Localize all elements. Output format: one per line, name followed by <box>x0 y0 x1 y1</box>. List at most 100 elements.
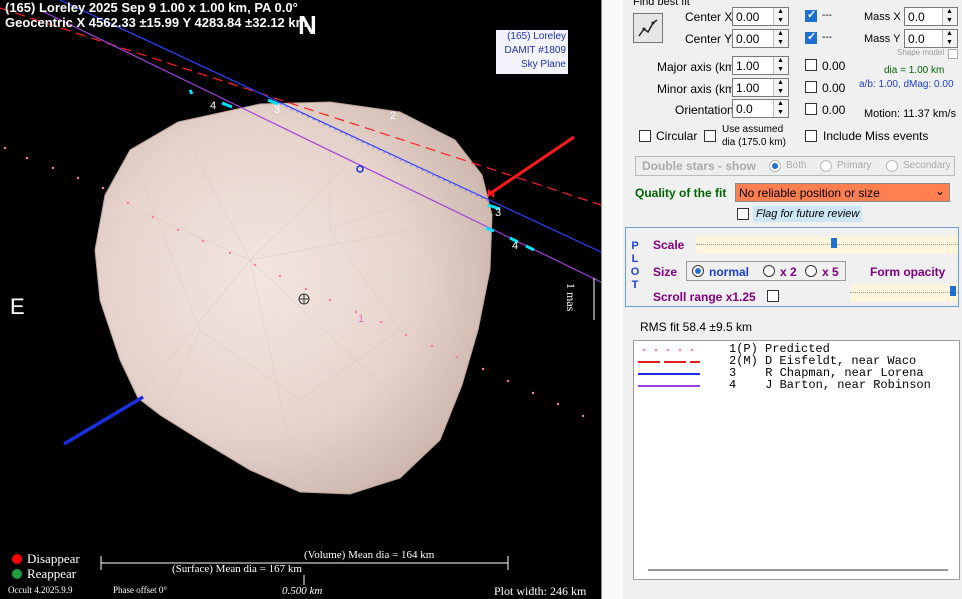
plot-options-group: P L O T Scale Size normal x 2 x 5 Form o… <box>625 227 959 307</box>
size-label: Size <box>653 265 678 279</box>
plot-letter: L <box>631 253 639 265</box>
chord-label: 4 <box>210 100 217 112</box>
scroll-range-checkbox[interactable] <box>767 290 779 302</box>
mass-y-input[interactable]: 0.0 ▲ ▼ <box>904 29 958 48</box>
quality-label: Quality of the fit <box>635 186 727 200</box>
reappear-dot <box>12 569 22 579</box>
legend-reappear: Reappear <box>27 566 77 581</box>
orientation-fit: 0.00 <box>822 103 846 117</box>
plot-width: Plot width: 246 km <box>494 584 587 598</box>
fit-graph-icon <box>638 19 658 37</box>
size-normal-radio[interactable] <box>692 265 704 277</box>
minor-axis-label: Minor axis (km) <box>657 82 740 96</box>
opacity-slider-track <box>850 292 958 293</box>
shape-model-checkbox[interactable] <box>948 49 958 59</box>
circular-checkbox[interactable] <box>639 130 651 142</box>
chevron-down-icon: ⌄ <box>934 184 945 198</box>
spin-axis-blue <box>63 395 144 446</box>
quality-value: No reliable position or size <box>739 186 880 200</box>
mas-label: 1 mas <box>564 283 578 312</box>
flag-review-checkbox[interactable] <box>737 208 749 220</box>
orientation-input[interactable]: 0.0 ▲ ▼ <box>732 99 789 118</box>
major-axis-fit-checkbox[interactable] <box>805 59 817 71</box>
size-x5-radio[interactable] <box>805 265 817 277</box>
center-x-input[interactable]: 0.00 ▲ ▼ <box>732 7 789 26</box>
chord-label: 3 <box>495 207 502 219</box>
find-best-fit-label: Find best fit <box>633 0 690 8</box>
mass-y-label: Mass Y <box>864 33 901 45</box>
scale-slider[interactable] <box>696 236 958 254</box>
scale-label: Scale <box>653 238 685 252</box>
assumed-dia-label: Use assumed <box>722 124 784 135</box>
chord-label: 2 <box>390 110 397 122</box>
plot-letter: P <box>631 240 639 252</box>
center-x-label: Center X <box>685 10 733 24</box>
assumed-dia-checkbox[interactable] <box>704 130 716 142</box>
center-x-dashes: --- <box>822 10 832 21</box>
version-label: Occult 4.2025.9.9 <box>8 585 73 595</box>
scroll-range-label: Scroll range x1.25 <box>653 290 756 304</box>
phase-offset: Phase offset 0° <box>113 585 167 595</box>
both-label: Both <box>786 160 807 171</box>
double-stars-group: Double stars - show Both Primary Seconda… <box>635 156 955 176</box>
motion-label: Motion: 11.37 km/s <box>864 108 957 120</box>
center-y-input[interactable]: 0.00 ▲ ▼ <box>732 29 789 48</box>
occultation-plot[interactable]: (165) Loreley 2025 Sep 9 1.00 x 1.00 km,… <box>0 0 601 599</box>
scale-slider-track <box>696 244 958 245</box>
chord-n-marker: N <box>487 188 495 200</box>
plot-title-line2: Geocentric X 4562.33 ±15.99 Y 4283.84 ±3… <box>5 15 308 30</box>
secondary-radio[interactable] <box>886 160 898 172</box>
size-group: normal x 2 x 5 <box>686 261 846 281</box>
dia-label: dia = 1.00 km <box>884 65 945 76</box>
both-radio[interactable] <box>769 160 781 172</box>
include-miss-checkbox[interactable] <box>805 130 817 142</box>
volume-dia: (Volume) Mean dia = 164 km <box>304 549 435 561</box>
info-box-line: Sky Plane <box>520 59 566 70</box>
east-label: E <box>10 294 25 319</box>
center-y-dashes: --- <box>822 32 832 43</box>
flag-review-label: Flag for future review <box>753 206 863 222</box>
plot-letter: O <box>630 266 640 278</box>
include-miss-label: Include Miss events <box>823 129 929 143</box>
find-best-fit-button[interactable] <box>633 13 663 43</box>
info-box-line: (165) Loreley <box>507 31 566 42</box>
asteroid-shape <box>94 101 493 495</box>
plot-letter: T <box>631 279 639 291</box>
splitter[interactable] <box>601 0 624 599</box>
legend-scrollbar[interactable] <box>648 569 948 571</box>
center-y-label: Center Y <box>685 32 733 46</box>
center-x-fit-checkbox[interactable] <box>805 8 817 22</box>
minor-axis-input[interactable]: 1.00 ▲ ▼ <box>732 78 789 97</box>
observer-legend: 1(P) Predicted 2(M) D Eisfeldt, near Wac… <box>633 340 960 580</box>
rms-fit: RMS fit 58.4 ±9.5 km <box>640 320 752 334</box>
ab-label: a/b: 1.00, dMag: 0.00 <box>859 79 954 90</box>
surface-dia: (Surface) Mean dia = 167 km <box>172 563 302 575</box>
assumed-dia-label2: dia (175.0 km) <box>722 137 786 148</box>
size-normal-label: normal <box>709 265 750 279</box>
opacity-slider-thumb[interactable] <box>950 286 956 296</box>
form-opacity-label: Form opacity <box>870 265 946 279</box>
spin-axis-red <box>487 135 575 197</box>
chord-label: 1 <box>358 313 365 325</box>
opacity-slider[interactable] <box>850 284 958 302</box>
shape-model-label: Shape model <box>897 48 945 57</box>
orientation-fit-checkbox[interactable] <box>805 103 817 115</box>
chord-label: 4 <box>512 240 519 252</box>
major-axis-fit: 0.00 <box>822 59 846 73</box>
scale-label: 0.500 km <box>282 585 323 597</box>
minor-axis-fit-checkbox[interactable] <box>805 81 817 93</box>
center-y-fit-checkbox[interactable] <box>805 30 817 44</box>
chord-label: 3 <box>274 104 281 116</box>
mass-x-label: Mass X <box>864 11 901 23</box>
major-axis-input[interactable]: 1.00 ▲ ▼ <box>732 56 789 75</box>
primary-radio[interactable] <box>820 160 832 172</box>
quality-select[interactable]: No reliable position or size ⌄ <box>735 183 950 202</box>
scale-slider-thumb[interactable] <box>831 238 837 248</box>
plot-vertical-label: P L O T <box>630 240 640 292</box>
plot-canvas <box>0 0 601 585</box>
size-x5-label: x 5 <box>822 265 839 279</box>
legend-entry: 4 J Barton, near Robinson <box>729 378 931 392</box>
legend-disappear: Disappear <box>27 551 80 566</box>
mass-x-input[interactable]: 0.0 ▲ ▼ <box>904 7 958 26</box>
size-x2-radio[interactable] <box>763 265 775 277</box>
